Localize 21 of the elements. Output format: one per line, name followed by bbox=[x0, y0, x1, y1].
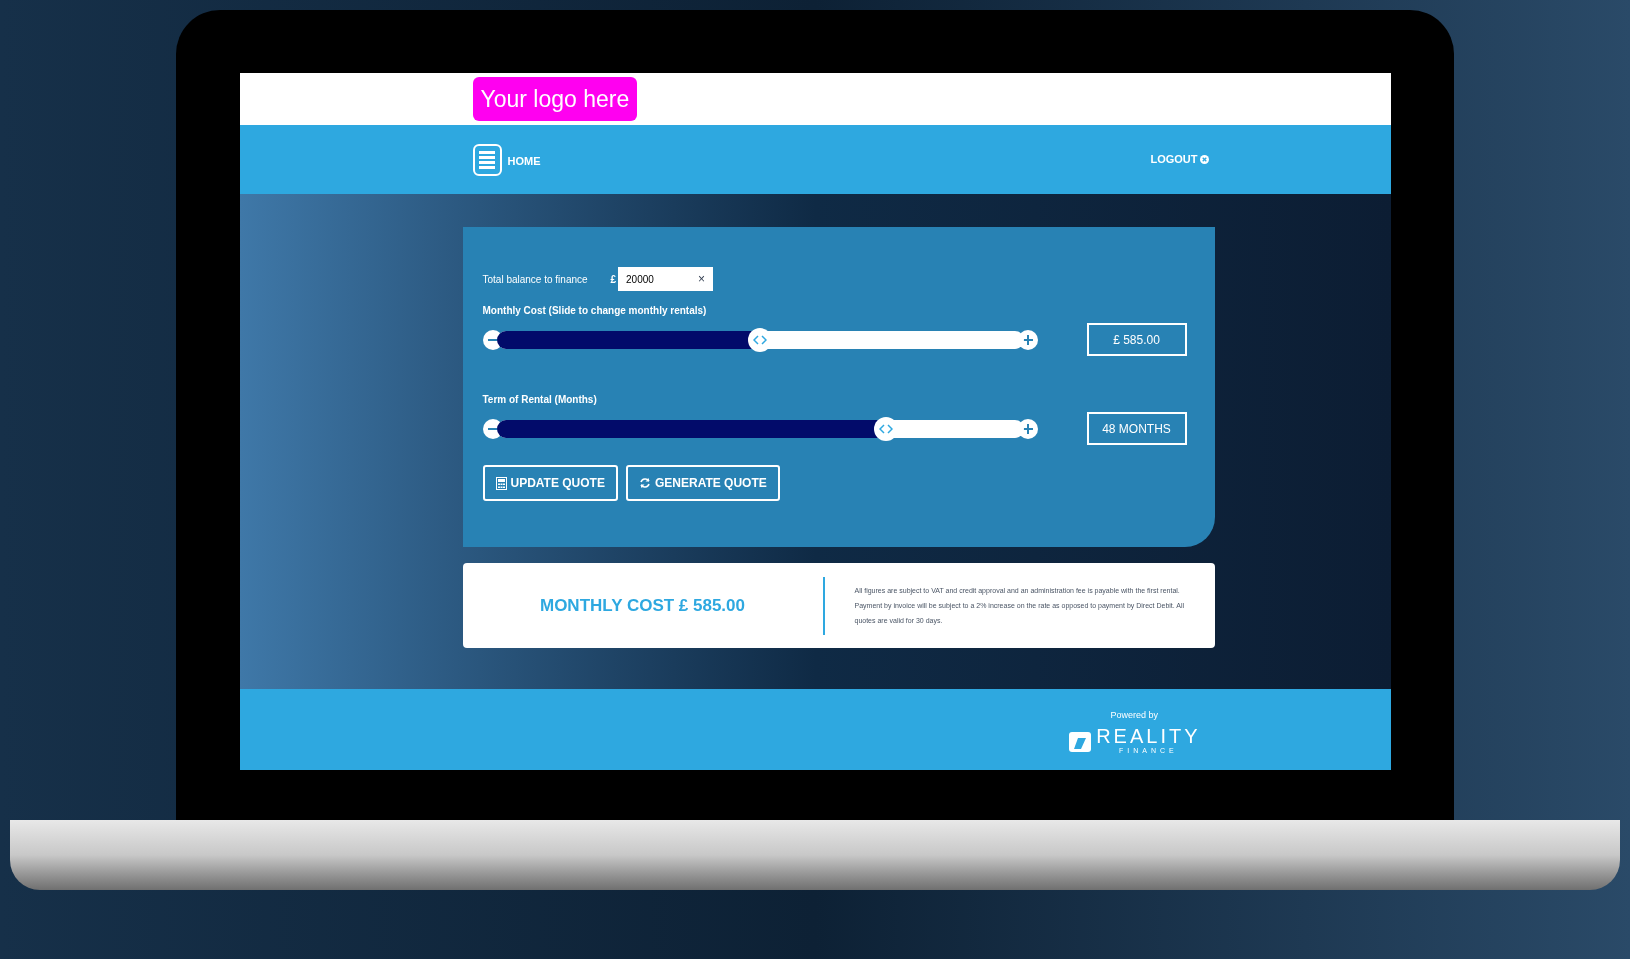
balance-field[interactable]: 20000 × bbox=[618, 267, 714, 291]
home-link[interactable]: HOME bbox=[507, 153, 541, 170]
reading-box: 48 MONTHS bbox=[1086, 412, 1187, 445]
chevrons-icon bbox=[753, 334, 767, 345]
refresh-icon bbox=[638, 477, 651, 489]
brand-name: REALITY bbox=[1096, 725, 1201, 746]
close-circle-icon bbox=[1199, 155, 1209, 164]
slider-label: Term of Rental (Months) bbox=[482, 393, 598, 407]
chevrons-icon bbox=[879, 423, 894, 434]
generate-quote-button[interactable]: GENERATE QUOTE bbox=[625, 465, 780, 501]
currency-symbol: £ bbox=[610, 272, 617, 287]
update-quote-button[interactable]: UPDATE QUOTE bbox=[482, 465, 618, 501]
powered-by-text: Powered by bbox=[1110, 709, 1159, 722]
reading-box: £ 585.00 bbox=[1086, 323, 1187, 356]
monthly-cost-headline: MONTHLY COST £ 585.00 bbox=[539, 594, 746, 617]
balance-label: Total balance to finance bbox=[482, 272, 589, 287]
calculator-icon bbox=[495, 476, 507, 490]
list-icon[interactable] bbox=[472, 143, 502, 176]
slider-label: Monthly Cost (Slide to change monthly rentals) bbox=[482, 304, 708, 318]
logout-link[interactable]: LOGOUT bbox=[1150, 151, 1209, 168]
logo: Your logo here bbox=[472, 76, 638, 122]
